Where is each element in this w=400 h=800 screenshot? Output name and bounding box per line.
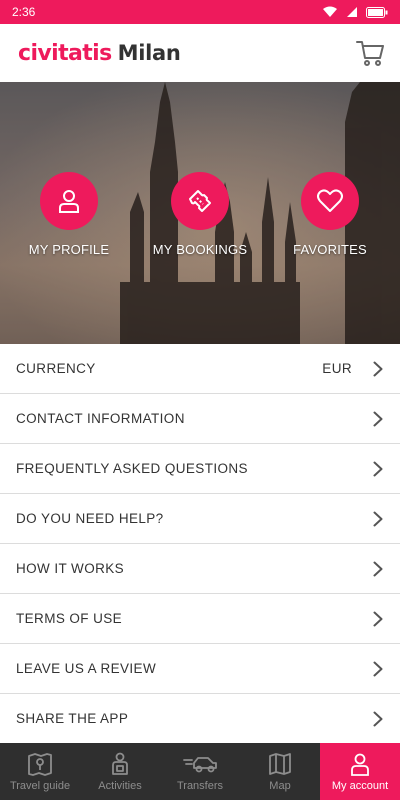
menu-item-terms-of-use[interactable]: TERMS OF USE — [0, 594, 400, 644]
status-icons — [322, 6, 388, 18]
my-bookings-label: MY BOOKINGS — [152, 242, 248, 257]
menu-item-contact-information[interactable]: CONTACT INFORMATION — [0, 394, 400, 444]
my-profile-label: MY PROFILE — [28, 242, 110, 257]
bottom-tab-bar: Travel guide Activities Transfers Map My… — [0, 743, 400, 800]
signal-icon — [347, 7, 357, 17]
tab-map[interactable]: Map — [240, 743, 320, 800]
status-bar: 2:36 — [0, 0, 400, 24]
account-menu-list: CURRENCY EUR CONTACT INFORMATION FREQUEN… — [0, 344, 400, 744]
my-profile-button[interactable]: MY PROFILE — [9, 172, 129, 257]
tab-label: Activities — [98, 780, 142, 792]
car-icon — [183, 757, 217, 773]
favorites-label: FAVORITES — [293, 242, 367, 257]
menu-item-currency[interactable]: CURRENCY EUR — [0, 344, 400, 394]
user-icon — [351, 753, 369, 776]
menu-item-label: FREQUENTLY ASKED QUESTIONS — [16, 461, 248, 476]
activities-icon — [112, 752, 128, 775]
tab-label: Map — [269, 780, 291, 792]
my-bookings-button[interactable]: MY BOOKINGS — [140, 172, 260, 257]
menu-item-label: TERMS OF USE — [16, 611, 123, 626]
menu-item-label: SHARE THE APP — [16, 711, 129, 726]
profile-circle — [40, 172, 98, 230]
menu-item-label: DO YOU NEED HELP? — [16, 511, 164, 526]
tab-my-account[interactable]: My account — [320, 743, 400, 800]
chevron-right-icon — [372, 361, 384, 377]
tab-activities[interactable]: Activities — [80, 743, 160, 800]
currency-value: EUR — [322, 361, 352, 376]
menu-item-label: CURRENCY — [16, 361, 96, 376]
user-icon — [59, 190, 79, 213]
menu-item-label: HOW IT WORKS — [16, 561, 125, 576]
menu-item-need-help[interactable]: DO YOU NEED HELP? — [0, 494, 400, 544]
menu-item-share-app[interactable]: SHARE THE APP — [0, 694, 400, 744]
tab-label: Travel guide — [9, 780, 71, 792]
city-title: Milan — [117, 41, 181, 65]
hero-banner: MY PROFILE MY BOOKINGS FAVORITES — [0, 82, 400, 344]
favorites-button[interactable]: FAVORITES — [270, 172, 390, 257]
chevron-right-icon — [372, 461, 384, 477]
chevron-right-icon — [372, 611, 384, 627]
heart-icon — [317, 189, 343, 212]
chevron-right-icon — [372, 411, 384, 427]
wifi-icon — [323, 6, 337, 17]
menu-item-label: LEAVE US A REVIEW — [16, 661, 157, 676]
menu-item-leave-review[interactable]: LEAVE US A REVIEW — [0, 644, 400, 694]
bookings-circle — [171, 172, 229, 230]
app-header: civitatis Milan — [0, 24, 400, 82]
brand-logo[interactable]: civitatis — [18, 41, 112, 66]
tab-label: Transfers — [176, 780, 224, 792]
map-guide-icon — [28, 753, 52, 776]
cart-button[interactable] — [354, 37, 386, 69]
tab-label: My account — [331, 780, 389, 792]
menu-item-how-it-works[interactable]: HOW IT WORKS — [0, 544, 400, 594]
chevron-right-icon — [372, 561, 384, 577]
map-icon — [269, 753, 291, 775]
chevron-right-icon — [372, 511, 384, 527]
chevron-right-icon — [372, 661, 384, 677]
menu-item-faq[interactable]: FREQUENTLY ASKED QUESTIONS — [0, 444, 400, 494]
favorites-circle — [301, 172, 359, 230]
battery-icon — [366, 6, 388, 18]
tab-travel-guide[interactable]: Travel guide — [0, 743, 80, 800]
shopping-cart-icon — [356, 41, 384, 66]
menu-item-label: CONTACT INFORMATION — [16, 411, 185, 426]
status-time: 2:36 — [12, 5, 36, 19]
tab-transfers[interactable]: Transfers — [160, 743, 240, 800]
ticket-icon — [189, 190, 211, 212]
chevron-right-icon — [372, 711, 384, 727]
